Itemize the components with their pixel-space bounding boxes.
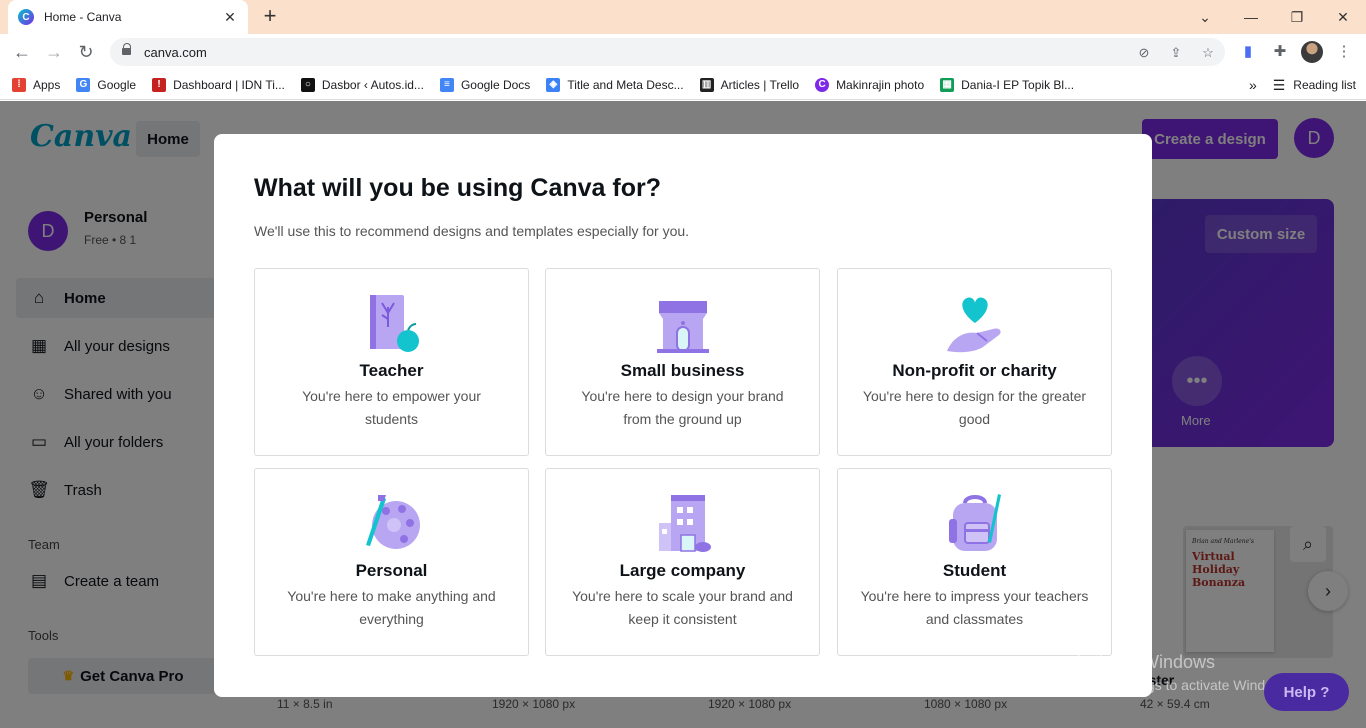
url-text: canva.com [144,44,207,60]
bookmarks-right: » ☰ Reading list [1249,70,1356,100]
close-tab-icon[interactable]: ✕ [222,9,238,26]
help-button[interactable]: Help ? [1264,673,1349,711]
option-description: You're here to impress your teachers and… [860,588,1089,627]
bookmark-label: Dania-I EP Topik Bl... [961,77,1075,92]
option-title: Small business [620,361,745,380]
windows-activation-watermark: Activate Windows Go to Settings to activ… [1073,652,1294,693]
more-bookmarks-icon[interactable]: » [1249,77,1257,93]
google-icon: G [76,77,91,92]
bookmark-dania-sheet[interactable]: ▦ Dania-I EP Topik Bl... [940,77,1075,92]
menu-kebab-icon[interactable]: ⋮ [1334,42,1354,62]
close-window-icon[interactable]: ✕ [1320,0,1366,34]
heart-hand-icon [946,297,1001,353]
bookmark-label: Dashboard | IDN Ti... [173,77,285,92]
palette-icon [365,495,420,549]
bookmark-apps[interactable]: ⁞ Apps [12,77,61,92]
docs-icon: ≡ [439,77,454,92]
bookmark-google-docs[interactable]: ≡ Google Docs [439,77,531,92]
back-icon[interactable]: ← [10,40,34,64]
reload-icon[interactable]: ↻ [74,40,98,64]
watermark-line-2: Go to Settings to activate Windows. [1073,677,1294,693]
minimize-icon[interactable]: — [1228,0,1274,34]
bookmark-label: Dasbor ‹ Autos.id... [321,77,424,92]
new-tab-icon[interactable]: + [258,5,282,29]
apps-grid-icon: ⁞ [12,77,26,92]
profile-avatar[interactable] [1301,41,1323,63]
restore-icon[interactable]: ❐ [1274,0,1320,34]
option-small-business[interactable]: Small business You're here to design you… [545,268,820,456]
option-description: You're here to make anything and everyth… [287,588,496,627]
option-title: Large company [619,561,746,580]
reading-list-icon[interactable]: ☰ [1273,77,1286,94]
option-description: You're here to empower your students [302,388,481,427]
canva-favicon-icon: C [815,77,830,92]
bookmarks-bar: ⁞ Apps G Google ! Dashboard | IDN Ti... ○ Da… [0,70,1366,100]
option-description: You're here to design for the greater go… [862,388,1087,427]
option-description: You're here to scale your brand and keep… [572,588,793,627]
bookmark-label: Title and Meta Desc... [567,77,684,92]
browser-tab-bar: C Home - Canva ✕ + ⌄ — ❐ ✕ [0,0,1366,34]
reading-list-label[interactable]: Reading list [1293,78,1356,92]
option-student[interactable]: Student You're here to impress your teac… [837,468,1112,656]
trello-icon: ▥ [699,77,714,92]
bookmark-label: Apps [33,77,61,92]
bookmark-label: Articles | Trello [720,77,800,92]
browser-tab[interactable]: C Home - Canva ✕ [8,0,248,34]
option-title: Teacher [359,361,424,380]
bookmark-star-icon[interactable]: ☆ [1200,45,1216,61]
option-personal[interactable]: Personal You're here to make anything an… [254,468,529,656]
bookmark-autos-dasbor[interactable]: ○ Dasbor ‹ Autos.id... [300,77,424,92]
book-apple-icon [369,295,419,352]
share-icon[interactable]: ⇪ [1168,45,1184,61]
option-title: Student [942,561,1007,580]
idn-icon: ! [152,77,167,92]
usage-survey-modal: What will you be using Canva for? We'll … [214,134,1152,697]
browser-toolbar: ← → ↻ canva.com ⊘ ⇪ ☆ ▮ ✚ ⋮ [0,34,1366,70]
option-non-profit[interactable]: Non-profit or charity You're here to des… [837,268,1112,456]
option-description: You're here to design your brand from th… [581,388,784,427]
extensions-puzzle-icon[interactable]: ✚ [1270,42,1290,62]
extension-map-icon[interactable]: ▮ [1238,42,1258,62]
option-title: Personal [355,561,428,580]
autos-icon: ○ [300,77,315,92]
watermark-line-1: Activate Windows [1073,652,1216,672]
sheets-icon: ▦ [940,77,955,92]
blocked-popup-icon[interactable]: ⊘ [1136,45,1152,61]
bookmark-label: Google [97,77,137,92]
backpack-icon [948,494,1001,551]
office-building-icon [658,495,711,552]
seo-tool-icon: ◈ [546,77,561,92]
option-title: Non-profit or charity [892,361,1057,380]
tab-search-icon[interactable]: ⌄ [1182,0,1228,34]
address-bar[interactable]: canva.com ⊘ ⇪ ☆ [110,38,1225,66]
modal-title: What will you be using Canva for? [254,174,661,202]
option-large-company[interactable]: Large company You're here to scale your … [545,468,820,656]
forward-icon[interactable]: → [42,40,66,64]
bookmark-label: Google Docs [460,77,531,92]
lock-icon [122,43,132,57]
modal-subtitle: We'll use this to recommend designs and … [254,223,690,239]
storefront-icon [656,301,709,353]
canva-favicon-icon: C [18,9,34,25]
bookmark-trello[interactable]: ▥ Articles | Trello [699,77,800,92]
bookmark-makinrajin[interactable]: C Makinrajin photo [815,77,925,92]
option-teacher[interactable]: Teacher You're here to empower your stud… [254,268,529,456]
tab-title: Home - Canva [44,10,122,24]
bookmark-label: Makinrajin photo [836,77,925,92]
bookmark-google[interactable]: G Google [76,77,137,92]
bookmark-title-meta[interactable]: ◈ Title and Meta Desc... [546,77,684,92]
bookmark-idn-dashboard[interactable]: ! Dashboard | IDN Ti... [152,77,285,92]
